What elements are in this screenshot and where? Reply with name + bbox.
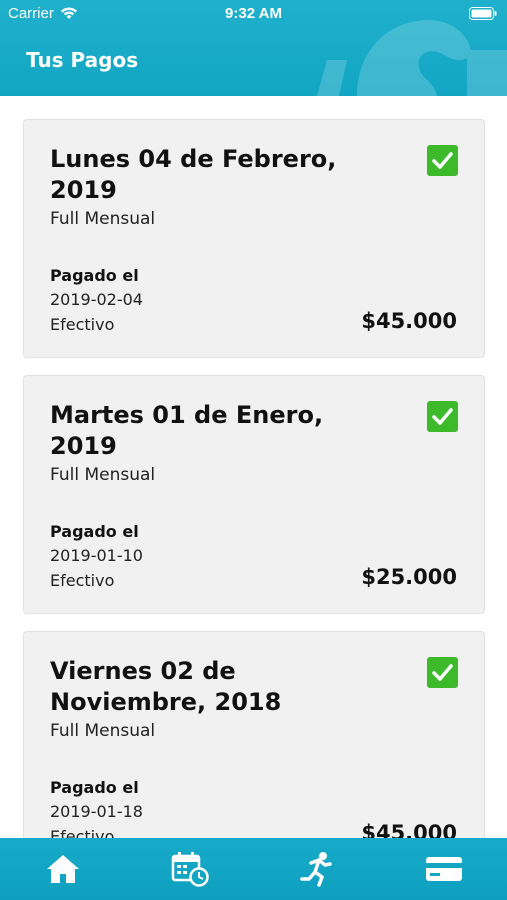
runner-icon <box>300 852 332 887</box>
tab-home[interactable] <box>0 838 126 900</box>
payment-method: Efectivo <box>50 571 115 590</box>
paid-date: 2019-01-18 <box>50 802 143 821</box>
payment-method: Efectivo <box>50 315 115 334</box>
payment-card[interactable]: Lunes 04 de Febrero, 2019 Full Mensual P… <box>23 119 485 358</box>
paid-check-icon <box>427 657 458 688</box>
home-icon <box>47 855 79 883</box>
payment-date: Martes 01 de Enero, 2019 <box>50 401 324 460</box>
payment-plan: Full Mensual <box>50 721 156 741</box>
paid-label: Pagado el <box>50 266 139 285</box>
paid-date: 2019-01-10 <box>50 546 143 565</box>
page-title: Tus Pagos <box>26 48 139 72</box>
payment-date: Lunes 04 de Febrero, 2019 <box>50 145 337 204</box>
tab-payments[interactable] <box>381 838 507 900</box>
status-bar: Carrier 9:32 AM <box>0 0 507 28</box>
paid-check-icon <box>427 401 458 432</box>
calendar-clock-icon <box>171 852 209 887</box>
payment-amount: $25.000 <box>361 565 457 589</box>
app-header: Carrier 9:32 AM Tus Pagos <box>0 0 507 96</box>
paid-date: 2019-02-04 <box>50 290 143 309</box>
paid-label: Pagado el <box>50 522 139 541</box>
payment-amount: $45.000 <box>361 821 457 838</box>
tab-schedule[interactable] <box>127 838 253 900</box>
payment-card[interactable]: Viernes 02 de Noviembre, 2018 Full Mensu… <box>23 631 485 838</box>
tab-bar <box>0 838 507 900</box>
credit-card-icon <box>426 857 462 881</box>
paid-label: Pagado el <box>50 778 139 797</box>
payment-plan: Full Mensual <box>50 465 156 485</box>
payment-amount: $45.000 <box>361 309 457 333</box>
battery-icon <box>469 7 497 20</box>
tab-activities[interactable] <box>254 838 380 900</box>
payment-plan: Full Mensual <box>50 209 156 229</box>
payments-list[interactable]: Lunes 04 de Febrero, 2019 Full Mensual P… <box>0 96 507 838</box>
status-time: 9:32 AM <box>225 5 282 22</box>
payment-card[interactable]: Martes 01 de Enero, 2019 Full Mensual Pa… <box>23 375 485 614</box>
paid-check-icon <box>427 145 458 176</box>
payment-method: Efectivo <box>50 827 115 838</box>
payment-date: Viernes 02 de Noviembre, 2018 <box>50 657 282 716</box>
